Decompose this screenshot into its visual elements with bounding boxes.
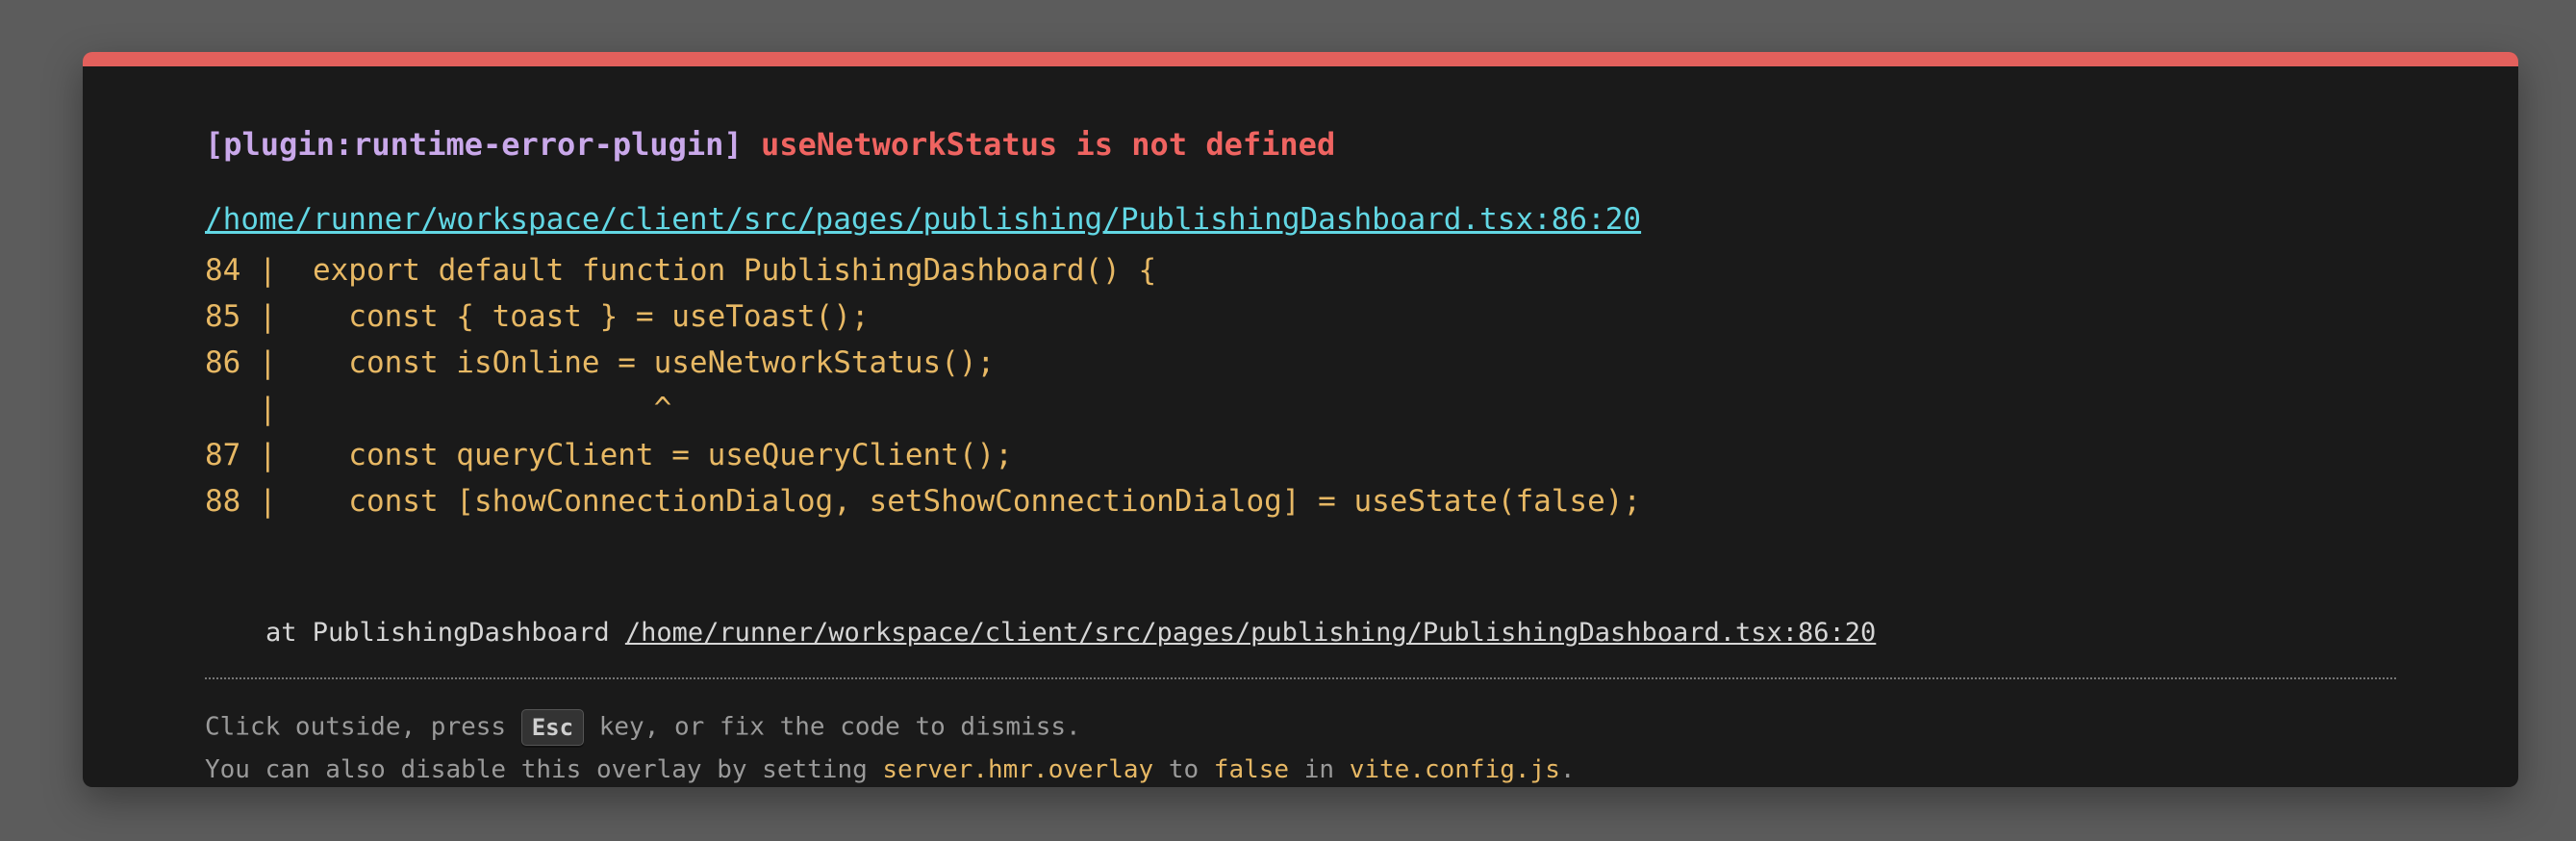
tip-text: .	[1559, 755, 1576, 784]
error-message: [plugin:runtime-error-plugin] useNetwork…	[205, 126, 1335, 163]
tip-text: in	[1289, 755, 1350, 784]
tip-text: Click outside, press	[205, 712, 521, 742]
esc-key: Esc	[520, 709, 585, 746]
disable-tip: You can also disable this overlay by set…	[205, 755, 1576, 784]
stack-prefix: at PublishingDashboard	[265, 618, 625, 648]
tip-text: You can also disable this overlay by set…	[205, 755, 883, 784]
error-text: useNetworkStatus is not defined	[760, 126, 1336, 163]
code-frame-line: 88 | const [showConnectionDialog, setSho…	[205, 484, 1642, 519]
config-key: server.hmr.overlay	[882, 755, 1154, 784]
code-frame-caret: | ^	[205, 392, 672, 426]
config-file: vite.config.js	[1349, 755, 1560, 784]
stack-trace: at PublishingDashboard /home/runner/work…	[265, 618, 1876, 648]
code-frame-line: 85 | const { toast } = useToast();	[205, 299, 870, 334]
tip-text: to	[1153, 755, 1214, 784]
dismiss-tip: Click outside, press Esc key, or fix the…	[205, 709, 1081, 746]
code-frame-line: 87 | const queryClient = useQueryClient(…	[205, 438, 1013, 472]
tip-text: key, or fix the code to dismiss.	[584, 712, 1081, 742]
code-frame-line: 84 | export default function PublishingD…	[205, 253, 1157, 288]
plugin-name: [plugin:runtime-error-plugin]	[205, 126, 743, 163]
error-overlay-window: [plugin:runtime-error-plugin] useNetwork…	[83, 52, 2518, 787]
config-value: false	[1213, 755, 1290, 784]
code-frame-line-error: 86 | const isOnline = useNetworkStatus()…	[205, 345, 996, 380]
error-file-link[interactable]: /home/runner/workspace/client/src/pages/…	[205, 202, 1641, 237]
code-frame: 84 | export default function PublishingD…	[205, 247, 1641, 524]
divider	[205, 677, 2396, 679]
stack-file-link[interactable]: /home/runner/workspace/client/src/pages/…	[625, 618, 1876, 648]
